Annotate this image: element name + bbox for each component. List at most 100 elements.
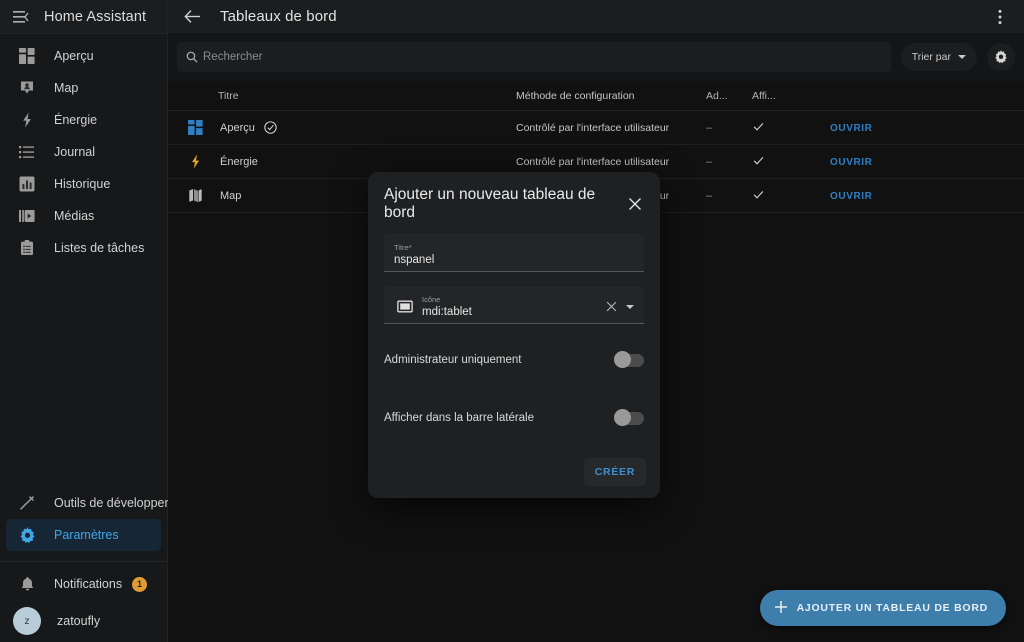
check-icon	[752, 188, 800, 204]
sidebar-item-medias[interactable]: Médias	[6, 200, 161, 232]
row-title-label: Aperçu	[220, 121, 255, 134]
icon-field-label: Icône	[422, 294, 441, 304]
column-header-shown[interactable]: Affi...	[752, 90, 800, 102]
title-field-label: Titre*	[394, 242, 412, 252]
show-in-sidebar-label: Afficher dans la barre latérale	[384, 412, 535, 424]
sort-by-dropdown[interactable]: Trier par	[900, 43, 977, 71]
row-admin-value: –	[706, 155, 713, 168]
gear-icon[interactable]	[987, 43, 1015, 71]
open-link[interactable]: OUVRIR	[830, 191, 873, 202]
menu-collapse-icon[interactable]	[8, 4, 34, 30]
tablet-icon	[394, 300, 416, 313]
bell-icon	[16, 573, 38, 595]
sidebar-item-label: Paramètres	[54, 528, 119, 542]
view-dashboard-icon	[178, 120, 212, 135]
title-field[interactable]: Titre* nspanel	[384, 234, 644, 272]
row-admin-value: –	[706, 189, 713, 202]
app-root: Home Assistant Aperçu Map Énergie Journa…	[0, 0, 1024, 642]
sidebar-item-label: Historique	[54, 177, 111, 191]
admin-only-toggle[interactable]	[614, 351, 644, 368]
chart-box-icon	[16, 173, 38, 195]
sidebar-nav-list: Aperçu Map Énergie Journal Historique Mé…	[0, 34, 167, 264]
view-dashboard-icon	[16, 45, 38, 67]
chevron-down-icon	[958, 55, 966, 59]
sidebar-lower-list: Outils de développement Paramètres	[0, 481, 192, 553]
row-method-label: Contrôlé par l'interface utilisateur	[516, 121, 670, 134]
add-dashboard-fab-label: AJOUTER UN TABLEAU DE BORD	[796, 602, 988, 614]
sidebar-item-label: Notifications	[54, 577, 123, 591]
sort-by-label: Trier par	[911, 51, 951, 63]
check-icon	[752, 120, 800, 136]
hammer-icon	[16, 492, 38, 514]
toggle-knob	[614, 351, 631, 368]
sidebar-item-label: Map	[54, 81, 79, 95]
arrow-left-icon[interactable]	[178, 3, 206, 31]
row-title-label: Map	[220, 189, 242, 202]
sidebar-item-apercu[interactable]: Aperçu	[6, 40, 161, 72]
sidebar-item-label: Énergie	[54, 113, 98, 127]
sidebar-item-energie[interactable]: Énergie	[6, 104, 161, 136]
format-list-bulleted-icon	[16, 141, 38, 163]
avatar: z	[13, 607, 41, 635]
dialog-header: Ajouter un nouveau tableau de bord	[368, 172, 660, 232]
close-icon[interactable]	[625, 193, 646, 215]
row-admin-value: –	[706, 121, 713, 134]
dots-vertical-icon[interactable]	[986, 3, 1014, 31]
play-box-multiple-icon	[16, 205, 38, 227]
sidebar-bottom-divider	[0, 561, 167, 562]
row-method-label: Contrôlé par l'interface utilisateur	[516, 155, 670, 168]
search-toolbar: Rechercher Trier par	[168, 33, 1024, 81]
cog-icon	[16, 524, 38, 546]
icon-field[interactable]: Icône mdi:tablet	[384, 286, 644, 324]
sidebar-item-journal[interactable]: Journal	[6, 136, 161, 168]
icon-field-value: mdi:tablet	[422, 305, 472, 318]
sidebar: Home Assistant Aperçu Map Énergie Journa…	[0, 0, 192, 642]
sidebar-item-notifications[interactable]: Notifications 1	[6, 568, 161, 600]
close-icon[interactable]	[606, 301, 617, 312]
column-header-admin[interactable]: Ad...	[706, 90, 752, 102]
clipboard-list-icon	[16, 237, 38, 259]
top-app-bar: Tableaux de bord	[168, 0, 1024, 33]
title-field-value: nspanel	[394, 253, 435, 266]
plus-icon	[774, 600, 788, 617]
sidebar-item-label: Aperçu	[54, 49, 94, 63]
search-placeholder-text: Rechercher	[203, 51, 263, 63]
sidebar-item-label: Médias	[54, 209, 95, 223]
search-icon	[186, 51, 198, 63]
map-icon	[178, 188, 212, 203]
sidebar-item-historique[interactable]: Historique	[6, 168, 161, 200]
table-row[interactable]: Aperçu Contrôlé par l'interface utilisat…	[168, 111, 1024, 145]
row-title-label: Énergie	[220, 155, 258, 168]
user-name-label: zatoufly	[57, 614, 101, 628]
create-button[interactable]: CRÉER	[583, 458, 646, 486]
check-icon	[752, 154, 800, 170]
dialog-title: Ajouter un nouveau tableau de bord	[384, 186, 596, 221]
column-header-title[interactable]: Titre	[168, 90, 516, 102]
sidebar-item-user[interactable]: z zatoufly	[6, 600, 161, 642]
sidebar-title: Home Assistant	[44, 8, 147, 25]
sidebar-item-label: Listes de tâches	[54, 241, 145, 255]
dialog-actions: CRÉER	[368, 432, 660, 486]
sidebar-item-outils-de-developpement[interactable]: Outils de développement	[6, 487, 192, 519]
sidebar-item-parametres[interactable]: Paramètres	[6, 519, 161, 551]
chevron-down-icon[interactable]	[626, 304, 634, 309]
notifications-badge: 1	[132, 576, 147, 592]
add-dashboard-fab[interactable]: AJOUTER UN TABLEAU DE BORD	[759, 590, 1006, 626]
show-in-sidebar-toggle[interactable]	[614, 409, 644, 426]
page-title: Tableaux de bord	[220, 8, 337, 25]
sidebar-header: Home Assistant	[0, 0, 167, 33]
sidebar-item-map[interactable]: Map	[6, 72, 161, 104]
lightning-bolt-icon	[178, 154, 212, 169]
lightning-bolt-icon	[16, 109, 38, 131]
sidebar-item-listes-de-taches[interactable]: Listes de tâches	[6, 232, 161, 264]
open-link[interactable]: OUVRIR	[830, 157, 873, 168]
map-marker-account-icon	[16, 77, 38, 99]
open-link[interactable]: OUVRIR	[830, 123, 873, 134]
table-header-row: Titre Méthode de configuration Ad... Aff…	[168, 81, 1024, 111]
admin-only-label: Administrateur uniquement	[384, 354, 522, 366]
column-header-method[interactable]: Méthode de configuration	[516, 90, 706, 102]
search-input[interactable]: Rechercher	[177, 42, 891, 72]
toggle-knob	[614, 409, 631, 426]
add-dashboard-dialog: Ajouter un nouveau tableau de bord Titre…	[368, 172, 660, 498]
